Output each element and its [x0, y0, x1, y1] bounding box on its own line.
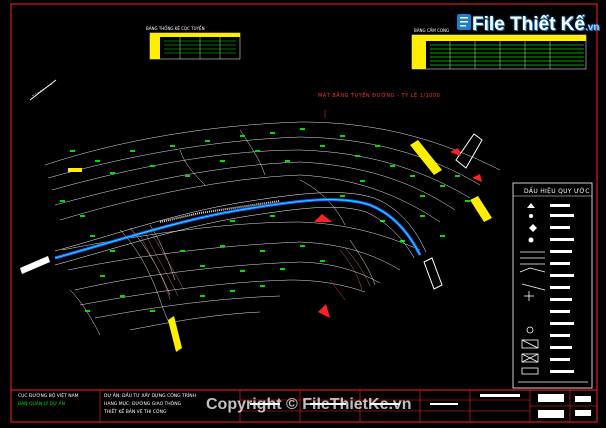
left-stake-table: [149, 32, 241, 60]
watermark-brand-suffix: .vn: [584, 22, 600, 33]
right-curve-table: [411, 34, 587, 70]
cad-drawing: [10, 3, 598, 423]
copyright-watermark: Copyright © FileThietKe.vn: [206, 396, 412, 413]
watermark-brand: File Thiết Kế.vn: [472, 14, 599, 36]
title-block-agency: CỤC ĐƯỜNG BỘ VIỆT NAM: [18, 394, 79, 399]
legend-panel: [512, 182, 593, 389]
drawing-center-title: MẶT BẰNG TUYẾN ĐƯỜNG - TỶ LỆ 1/1000: [318, 93, 441, 99]
survey-points: [60, 128, 470, 312]
legend-title: DẤU HIỆU QUY ƯỚC: [524, 188, 590, 195]
title-block-sheet: THIẾT KẾ BẢN VẼ THI CÔNG: [104, 410, 167, 415]
section-markers: [68, 140, 492, 352]
watermark-brand-text: File Thiết Kế: [472, 14, 585, 35]
hill-cluster: [139, 229, 371, 301]
title-block-project: DỰ ÁN: ĐẦU TƯ XÂY DỰNG CÔNG TRÌNH: [104, 394, 196, 399]
title-block-item: HẠNG MỤC: ĐƯỜNG GIAO THÔNG: [104, 402, 182, 407]
drawing-frame: [10, 3, 598, 423]
north-arrow-icon: [29, 79, 57, 101]
terrain-contours: [44, 121, 501, 336]
cad-drawing-canvas[interactable]: File Thiết Kế.vn BẢNG THỐNG KÊ CỌC TUYẾN…: [0, 0, 606, 428]
left-table-title: BẢNG THỐNG KÊ CỌC TUYẾN: [146, 26, 205, 31]
road-alignment: [54, 192, 427, 266]
right-table-title: BẢNG CẮM CONG: [414, 28, 450, 33]
filethietke-logo-icon: [457, 14, 471, 30]
title-block-agency-sub: BAN QUẢN LÝ DỰ ÁN: [18, 402, 65, 407]
